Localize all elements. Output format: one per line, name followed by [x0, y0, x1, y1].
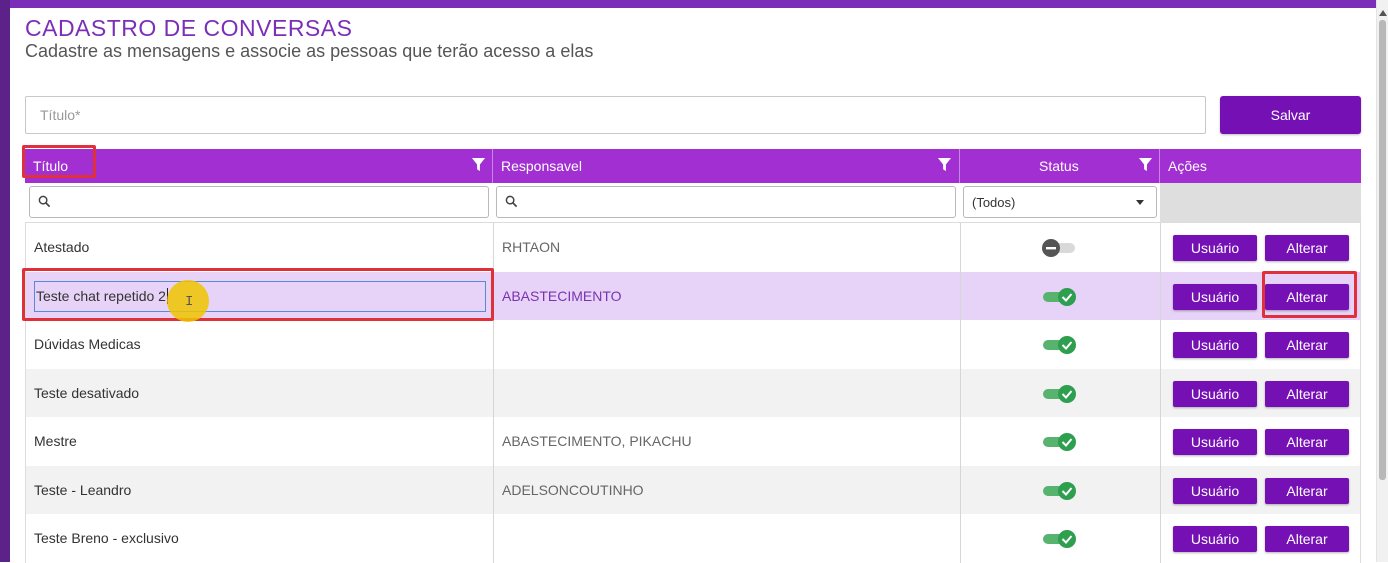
column-divider	[960, 320, 961, 369]
usuario-button[interactable]: Usuário	[1173, 380, 1257, 407]
titulo-filter-icon[interactable]	[471, 157, 486, 172]
top-bar	[0, 0, 1376, 8]
row-responsavel: ABASTECIMENTO	[502, 287, 622, 304]
row-title: Teste Breno - exclusivo	[34, 530, 179, 547]
row-title: Teste desativado	[34, 384, 140, 401]
column-divider	[960, 223, 961, 272]
row-responsavel: ABASTECIMENTO, PIKACHU	[502, 433, 692, 450]
status-filter-select[interactable]: (Todos)	[963, 186, 1157, 218]
column-divider	[1160, 514, 1161, 563]
column-divider	[493, 320, 494, 369]
table-row[interactable]: Teste Breno - exclusivo Usuário Alterar	[25, 514, 1361, 563]
alterar-button[interactable]: Alterar	[1265, 526, 1349, 552]
actions-filter-cell	[1160, 183, 1361, 222]
header-divider	[1159, 149, 1160, 183]
usuario-button[interactable]: Usuário	[1173, 283, 1257, 310]
search-icon	[38, 195, 51, 208]
page-subtitle: Cadastre as mensagens e associe as pesso…	[25, 41, 594, 61]
text-cursor-icon: I	[185, 294, 194, 310]
highlight-title-cell	[22, 268, 494, 321]
usuario-button[interactable]: Usuário	[1173, 332, 1257, 358]
usuario-button[interactable]: Usuário	[1173, 429, 1257, 455]
row-title: Atestado	[34, 239, 90, 256]
column-divider	[493, 465, 494, 514]
status-filter-value: (Todos)	[972, 194, 1016, 210]
header-divider	[492, 149, 493, 183]
column-divider	[1160, 368, 1161, 417]
column-divider	[960, 514, 961, 563]
column-divider	[960, 368, 961, 417]
table-row[interactable]: Teste desativado Usuário Alterar	[25, 368, 1361, 417]
chevron-down-icon	[1136, 200, 1144, 205]
titulo-search-input[interactable]	[54, 190, 486, 216]
responsavel-search-box[interactable]	[496, 186, 956, 218]
column-divider	[1160, 320, 1161, 369]
scroll-thumb[interactable]	[1379, 20, 1386, 480]
column-divider	[1160, 271, 1161, 320]
column-divider	[1160, 223, 1161, 272]
table-row[interactable]: Atestado RHTAON Usuário Alterar	[25, 223, 1361, 272]
column-divider	[1160, 465, 1161, 514]
alterar-button[interactable]: Alterar	[1265, 332, 1349, 358]
highlight-titulo-header	[22, 145, 96, 178]
responsavel-search-input[interactable]	[521, 190, 953, 216]
search-icon	[505, 195, 518, 208]
table-row[interactable]: Dúvidas Medicas Usuário Alterar	[25, 320, 1361, 369]
title-input[interactable]	[25, 96, 1206, 134]
status-filter-icon[interactable]	[1138, 157, 1153, 172]
row-responsavel: RHTAON	[502, 239, 561, 256]
column-divider	[960, 465, 961, 514]
grid-header: Título Responsavel Status Ações	[25, 149, 1361, 183]
column-divider	[960, 417, 961, 466]
page-scrollbar[interactable]	[1376, 0, 1388, 562]
column-divider	[1160, 417, 1161, 466]
table-row[interactable]: Teste - Leandro ADELSONCOUTINHO Usuário …	[25, 465, 1361, 514]
usuario-button[interactable]: Usuário	[1173, 477, 1257, 504]
column-divider	[960, 271, 961, 320]
row-title: Dúvidas Medicas	[34, 336, 141, 353]
column-divider	[493, 223, 494, 272]
status-toggle-on[interactable]	[1041, 432, 1077, 452]
row-title: Teste - Leandro	[34, 481, 132, 498]
row-responsavel: ADELSONCOUTINHO	[502, 481, 644, 498]
alterar-button[interactable]: Alterar	[1265, 235, 1349, 261]
row-title: Mestre	[34, 433, 77, 450]
column-divider	[493, 514, 494, 563]
status-toggle-on[interactable]	[1041, 335, 1077, 355]
highlight-alterar-button	[1262, 271, 1357, 318]
page-title: CADASTRO DE CONVERSAS	[25, 15, 353, 41]
left-sidebar-edge	[0, 0, 10, 562]
status-toggle-on[interactable]	[1041, 384, 1077, 404]
column-header-status[interactable]: Status	[1039, 149, 1079, 183]
responsavel-filter-icon[interactable]	[937, 157, 952, 172]
table-row[interactable]: Mestre ABASTECIMENTO, PIKACHU Usuário Al…	[25, 417, 1361, 466]
column-header-responsavel[interactable]: Responsavel	[501, 149, 582, 183]
alterar-button[interactable]: Alterar	[1265, 477, 1349, 504]
status-toggle-on[interactable]	[1041, 287, 1077, 307]
save-button[interactable]: Salvar	[1220, 96, 1361, 134]
usuario-button[interactable]: Usuário	[1173, 235, 1257, 261]
alterar-button[interactable]: Alterar	[1265, 429, 1349, 455]
status-toggle-off[interactable]	[1041, 238, 1077, 258]
header-divider	[959, 149, 960, 183]
usuario-button[interactable]: Usuário	[1173, 526, 1257, 552]
status-toggle-on[interactable]	[1041, 529, 1077, 549]
scroll-up-icon[interactable]	[1379, 10, 1387, 16]
filter-row: (Todos)	[25, 183, 1361, 223]
column-divider	[493, 417, 494, 466]
column-header-acoes: Ações	[1168, 158, 1207, 174]
column-divider	[493, 368, 494, 417]
alterar-button[interactable]: Alterar	[1265, 380, 1349, 407]
status-toggle-on[interactable]	[1041, 481, 1077, 501]
titulo-search-box[interactable]	[29, 186, 489, 218]
